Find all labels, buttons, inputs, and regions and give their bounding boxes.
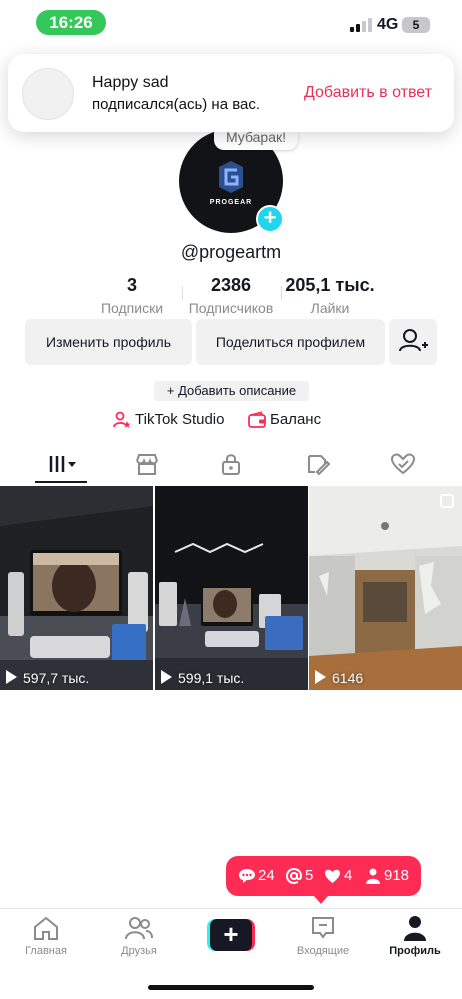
add-story-button[interactable]: + [256, 205, 284, 233]
tab-videos[interactable] [35, 450, 87, 480]
signal-icon [350, 18, 372, 32]
network-label: 4G [377, 16, 399, 33]
followers-count: 2386 [210, 275, 252, 295]
new-followers-count: 918 [384, 867, 410, 884]
play-icon [161, 670, 172, 684]
studio-label: TikTok Studio [135, 411, 225, 428]
video-tile[interactable]: 599,1 тыс. [155, 486, 308, 690]
nav-inbox[interactable]: Входящие [283, 915, 363, 969]
status-time: 16:26 [36, 10, 106, 35]
liked-icon [390, 453, 416, 475]
tab-liked[interactable] [376, 450, 428, 480]
following-count: 3 [126, 275, 137, 295]
repost-icon [308, 455, 331, 476]
mentions-count-item: 5 [286, 867, 320, 885]
status-bar: 16:26 4G 5 [0, 0, 462, 46]
video-tile[interactable]: 6146 [309, 486, 462, 690]
following-stat[interactable]: 3 Подписки [88, 275, 176, 316]
notification-username: Happy sad [92, 74, 169, 91]
following-label: Подписки [100, 300, 164, 316]
followers-label: Подписчиков [188, 300, 274, 316]
grid-icon [49, 456, 76, 472]
home-indicator [148, 985, 314, 990]
mentions-count: 5 [305, 867, 314, 884]
comments-count-item: 24 [238, 867, 278, 885]
tab-reposts[interactable] [291, 450, 343, 480]
likes-activity-count: 4 [344, 867, 353, 884]
mention-icon [286, 868, 302, 884]
battery-icon: 5 [402, 17, 430, 33]
create-button[interactable]: + [207, 919, 255, 951]
heart-icon [325, 869, 340, 883]
view-count: 597,7 тыс. [6, 670, 89, 686]
follow-back-button[interactable]: Добавить в ответ [304, 84, 432, 102]
share-profile-button[interactable]: Поделиться профилем [196, 319, 385, 365]
nav-profile[interactable]: Профиль [375, 915, 455, 969]
balance-label: Баланс [270, 411, 322, 428]
add-user-icon [399, 329, 428, 352]
video-thumbnail [309, 486, 462, 690]
nav-profile-label: Профиль [389, 945, 441, 957]
inbox-icon [312, 917, 334, 939]
followers-count-item: 918 [366, 867, 416, 885]
add-friends-button[interactable] [389, 319, 437, 365]
nav-inbox-label: Входящие [296, 945, 350, 957]
follow-notification[interactable]: Happy sad подписался(ась) на вас. Добави… [8, 54, 454, 132]
comments-count: 24 [258, 867, 275, 884]
video-thumbnail [0, 486, 153, 690]
studio-user-icon [113, 411, 131, 428]
wallet-icon [248, 411, 266, 428]
plus-icon: + [210, 919, 252, 951]
video-thumbnail [155, 486, 308, 690]
likes-count: 205,1 тыс. [285, 275, 375, 295]
play-icon [6, 670, 17, 684]
comment-icon [239, 869, 255, 883]
tab-shop[interactable] [120, 450, 172, 480]
lock-icon [222, 454, 240, 475]
nav-friends[interactable]: Друзья [99, 915, 179, 969]
active-tab-indicator [35, 481, 87, 483]
notification-avatar [22, 68, 74, 120]
activity-summary[interactable]: 24 5 4 918 [226, 856, 421, 904]
shop-icon [136, 454, 158, 475]
progear-logo-icon [219, 161, 243, 193]
edit-profile-button[interactable]: Изменить профиль [25, 319, 192, 365]
play-icon [315, 670, 326, 684]
likes-count-item: 4 [324, 867, 356, 885]
nav-home[interactable]: Главная [6, 915, 86, 969]
followers-stat[interactable]: 2386 Подписчиков [182, 275, 280, 316]
notification-text: подписался(ась) на вас. [92, 96, 261, 113]
multi-photo-icon [440, 494, 454, 508]
nav-friends-label: Друзья [121, 945, 157, 957]
profile-icon [404, 916, 426, 941]
nav-home-label: Главная [25, 945, 67, 957]
tiktok-studio-link[interactable]: TikTok Studio [113, 410, 233, 430]
likes-stat[interactable]: 205,1 тыс. Лайки [281, 275, 379, 316]
tab-private[interactable] [205, 450, 257, 480]
person-icon [366, 868, 380, 884]
view-count: 6146 [315, 670, 363, 686]
add-description-button[interactable]: + Добавить описание [154, 381, 309, 401]
username: @progeartm [180, 242, 282, 262]
likes-label: Лайки [310, 300, 350, 316]
friends-icon [125, 917, 153, 940]
home-icon [34, 916, 58, 940]
balance-link[interactable]: Баланс [248, 410, 338, 430]
view-count: 599,1 тыс. [161, 670, 244, 686]
video-tile[interactable]: 597,7 тыс. [0, 486, 153, 690]
